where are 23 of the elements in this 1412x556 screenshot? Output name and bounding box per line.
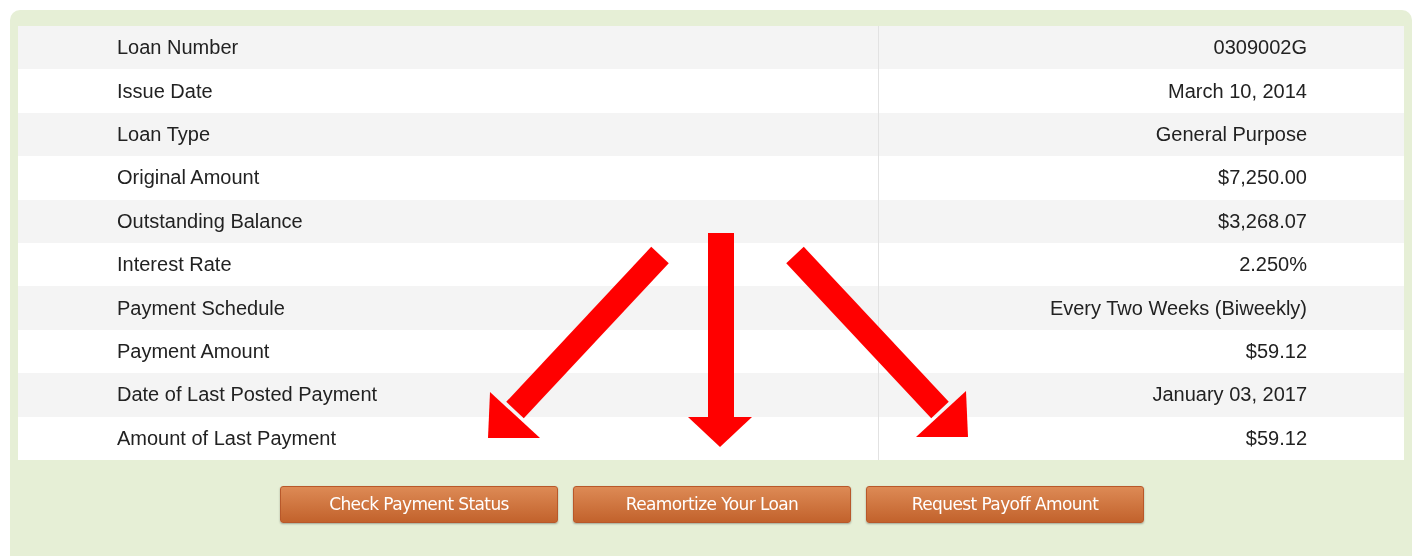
action-button[interactable]: Request Payoff Amount	[866, 485, 1144, 523]
field-value: $59.12	[1245, 426, 1307, 450]
field-label: Payment Schedule	[117, 296, 285, 320]
field-value: $7,250.00	[1218, 166, 1307, 190]
field-value: 0309002G	[1213, 36, 1307, 60]
field-value: $3,268.07	[1218, 209, 1307, 233]
field-value: March 10, 2014	[1168, 79, 1307, 103]
field-value: 2.250%	[1239, 253, 1307, 277]
field-label: Outstanding Balance	[117, 209, 303, 233]
field-label: Amount of Last Payment	[117, 426, 336, 450]
action-button[interactable]: Reamortize Your Loan	[573, 485, 851, 523]
field-label: Payment Amount	[117, 339, 270, 363]
field-label: Loan Type	[117, 122, 211, 146]
field-label: Date of Last Posted Payment	[117, 383, 378, 407]
field-value: $59.12	[1245, 339, 1307, 363]
field-value: Every Two Weeks (Biweekly)	[1049, 296, 1307, 320]
field-label: Loan Number	[117, 36, 239, 60]
field-label: Original Amount	[117, 166, 260, 190]
field-value: General Purpose	[1155, 122, 1307, 146]
field-label: Issue Date	[117, 79, 213, 103]
field-label: Interest Rate	[117, 253, 232, 277]
action-button[interactable]: Check Payment Status	[280, 485, 558, 523]
field-value: January 03, 2017	[1152, 383, 1307, 407]
